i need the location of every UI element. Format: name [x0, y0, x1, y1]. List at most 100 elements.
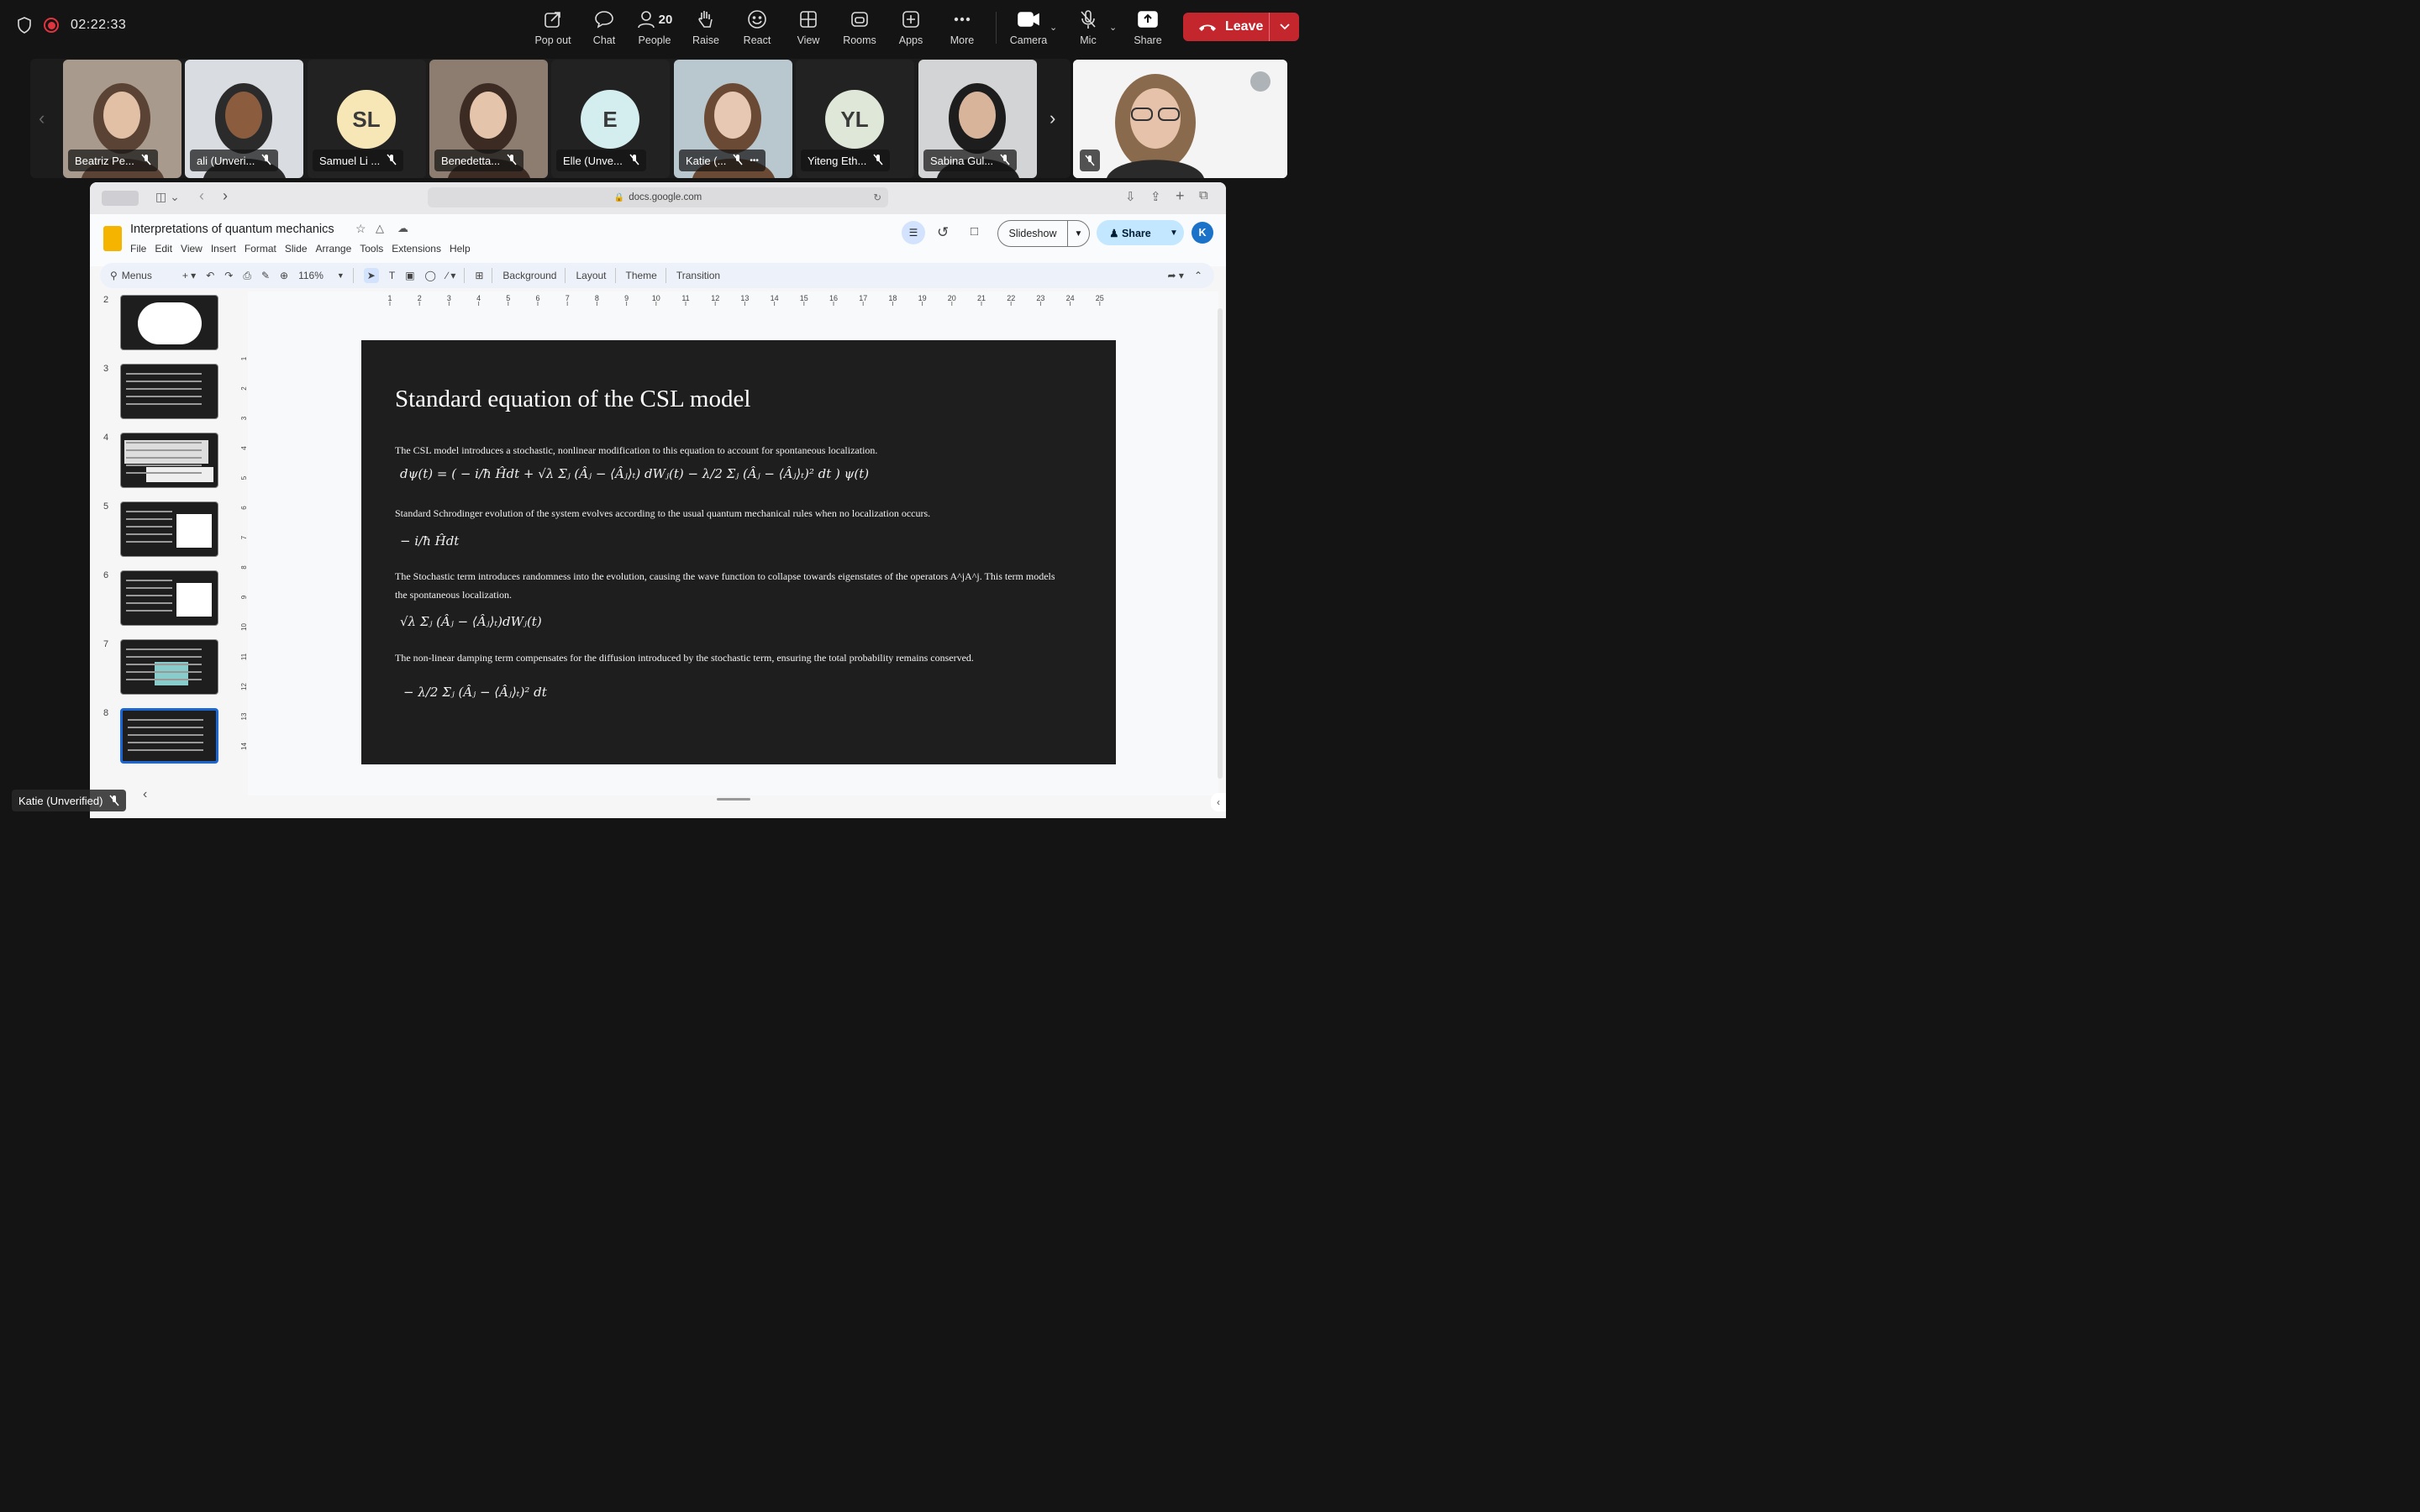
account-avatar[interactable]: K	[1192, 222, 1213, 244]
transition-button[interactable]: Transition	[676, 270, 720, 281]
menu-help[interactable]: Help	[450, 243, 471, 255]
collapse-filmstrip-icon[interactable]: ‹	[143, 787, 147, 802]
slide-thumbnail[interactable]	[120, 708, 218, 764]
present-chat-icon[interactable]: ☰	[902, 221, 925, 244]
strip-prev-icon[interactable]: ‹	[39, 108, 45, 129]
paint-format-icon[interactable]: ✎	[261, 270, 270, 281]
shape-icon[interactable]: ◯	[425, 270, 436, 281]
leave-options-chevron-icon[interactable]	[1270, 24, 1299, 30]
menu-view[interactable]: View	[181, 243, 203, 255]
slides-logo-icon[interactable]	[103, 226, 122, 251]
reload-icon[interactable]: ↻	[873, 192, 881, 203]
share-doc-button[interactable]: ♟ Share	[1097, 227, 1164, 239]
menu-slide[interactable]: Slide	[285, 243, 308, 255]
zoom-select[interactable]: 116% ▼	[298, 270, 345, 281]
collapse-toolbar-icon[interactable]: ⌃	[1194, 270, 1202, 281]
image-icon[interactable]: ▣	[405, 270, 414, 281]
menu-arrange[interactable]: Arrange	[316, 243, 352, 255]
participant-tile[interactable]: SL Samuel Li ...	[308, 60, 426, 178]
select-icon[interactable]: ➤	[363, 268, 379, 283]
print-icon[interactable]: ⎙	[243, 270, 251, 282]
new-tab-icon[interactable]: +	[1176, 187, 1185, 205]
menu-extensions[interactable]: Extensions	[392, 243, 441, 255]
slide-thumbnail[interactable]	[120, 295, 218, 350]
text-box-icon[interactable]: T	[389, 270, 395, 281]
slide-thumbnail[interactable]	[120, 433, 218, 488]
new-slide-icon[interactable]: + ▾	[182, 270, 196, 281]
mic-button[interactable]: Mic	[1061, 8, 1115, 46]
share-options-chevron-icon[interactable]: ▼	[1164, 228, 1184, 238]
tabs-icon[interactable]: ⧉	[1199, 188, 1208, 202]
raise-button[interactable]: Raise	[679, 8, 733, 46]
slideshow-button[interactable]: Slideshow	[998, 228, 1067, 239]
menu-edit[interactable]: Edit	[155, 243, 172, 255]
cloud-status-icon[interactable]: ☁	[397, 222, 408, 235]
line-icon[interactable]: ∕ ▾	[446, 270, 455, 281]
more-icon[interactable]: •••	[750, 156, 759, 165]
strip-next-icon[interactable]: ›	[1050, 108, 1055, 129]
pen-tool-icon[interactable]: ➦ ▾	[1168, 270, 1184, 281]
participant-name: Benedetta...	[441, 154, 501, 167]
address-bar[interactable]: 🔒 docs.google.com ↻	[428, 187, 888, 207]
document-title[interactable]: Interpretations of quantum mechanics	[130, 223, 334, 236]
back-icon[interactable]: ‹	[199, 187, 204, 205]
leave-button[interactable]: Leave	[1183, 19, 1269, 34]
share-sheet-icon[interactable]: ⇪	[1150, 189, 1161, 204]
participant-tile[interactable]: Sabina Gul...	[918, 60, 1037, 178]
apps-button[interactable]: Apps	[884, 8, 938, 46]
menu-file[interactable]: File	[130, 243, 146, 255]
slide-thumbnail[interactable]	[120, 570, 218, 626]
camera-options-chevron-icon[interactable]: ⌄	[1050, 22, 1057, 33]
camera-button[interactable]: Camera	[1002, 8, 1055, 46]
mic-muted-icon	[629, 154, 639, 168]
vertical-scrollbar[interactable]	[1218, 308, 1223, 779]
slide-thumbnail[interactable]	[120, 364, 218, 419]
rooms-button[interactable]: Rooms	[833, 8, 886, 46]
undo-icon[interactable]: ↶	[206, 270, 214, 281]
side-panel-toggle-icon[interactable]: ‹	[1211, 793, 1226, 811]
view-button[interactable]: View	[781, 8, 835, 46]
zoom-icon[interactable]: ⊕	[280, 270, 288, 281]
pop-out-button[interactable]: Pop out	[526, 8, 580, 46]
participant-tile[interactable]: Benedetta...	[429, 60, 548, 178]
comments-icon[interactable]: □	[971, 224, 978, 239]
more-button[interactable]: More	[935, 8, 989, 46]
download-icon[interactable]: ⇩	[1125, 189, 1136, 204]
redo-icon[interactable]: ↷	[224, 270, 233, 281]
tab-overview-icon[interactable]: ◫ ⌄	[155, 190, 180, 204]
theme-button[interactable]: Theme	[626, 270, 657, 281]
star-icon[interactable]: ☆	[355, 222, 366, 236]
react-button[interactable]: React	[730, 8, 784, 46]
slide-canvas[interactable]: Standard equation of the CSL model The C…	[361, 340, 1116, 764]
sidebar-toggle-icon[interactable]	[102, 191, 139, 206]
ruler-label: 4	[476, 294, 481, 302]
forward-icon[interactable]: ›	[223, 187, 228, 205]
chat-button[interactable]: Chat	[577, 8, 631, 46]
slideshow-options-chevron-icon[interactable]: ▼	[1068, 229, 1089, 239]
speaker-notes-handle[interactable]	[717, 798, 750, 801]
self-view-tile[interactable]	[1073, 60, 1287, 178]
slide-thumbnail[interactable]	[120, 501, 218, 557]
comment-add-icon[interactable]: ⊞	[475, 270, 483, 281]
participant-tile[interactable]: YL Yiteng Eth...	[796, 60, 914, 178]
layout-button[interactable]: Layout	[576, 270, 606, 281]
participant-name-tag: Katie (... •••	[679, 150, 765, 171]
menu-format[interactable]: Format	[245, 243, 276, 255]
participant-tile[interactable]: ali (Unveri...	[185, 60, 303, 178]
ruler-label: 3	[447, 294, 451, 302]
mic-muted-icon	[261, 154, 271, 168]
participant-tile[interactable]: Katie (... •••	[674, 60, 792, 178]
participant-tile[interactable]: Beatriz Pe...	[63, 60, 182, 178]
version-history-icon[interactable]: ↺	[937, 224, 949, 241]
people-button[interactable]: 20 People	[628, 8, 681, 46]
move-icon[interactable]: △	[376, 222, 384, 235]
participant-tile[interactable]: E Elle (Unve...	[551, 60, 670, 178]
mic-options-chevron-icon[interactable]: ⌄	[1109, 22, 1117, 33]
background-button[interactable]: Background	[502, 270, 556, 281]
share-button[interactable]: Share	[1121, 8, 1175, 46]
menu-insert[interactable]: Insert	[211, 243, 236, 255]
menu-tools[interactable]: Tools	[360, 243, 383, 255]
vertical-ruler: 1234567891011121314	[241, 356, 248, 750]
slide-thumbnail[interactable]	[120, 639, 218, 695]
search-menus-button[interactable]: ⚲ Menus	[110, 270, 152, 281]
